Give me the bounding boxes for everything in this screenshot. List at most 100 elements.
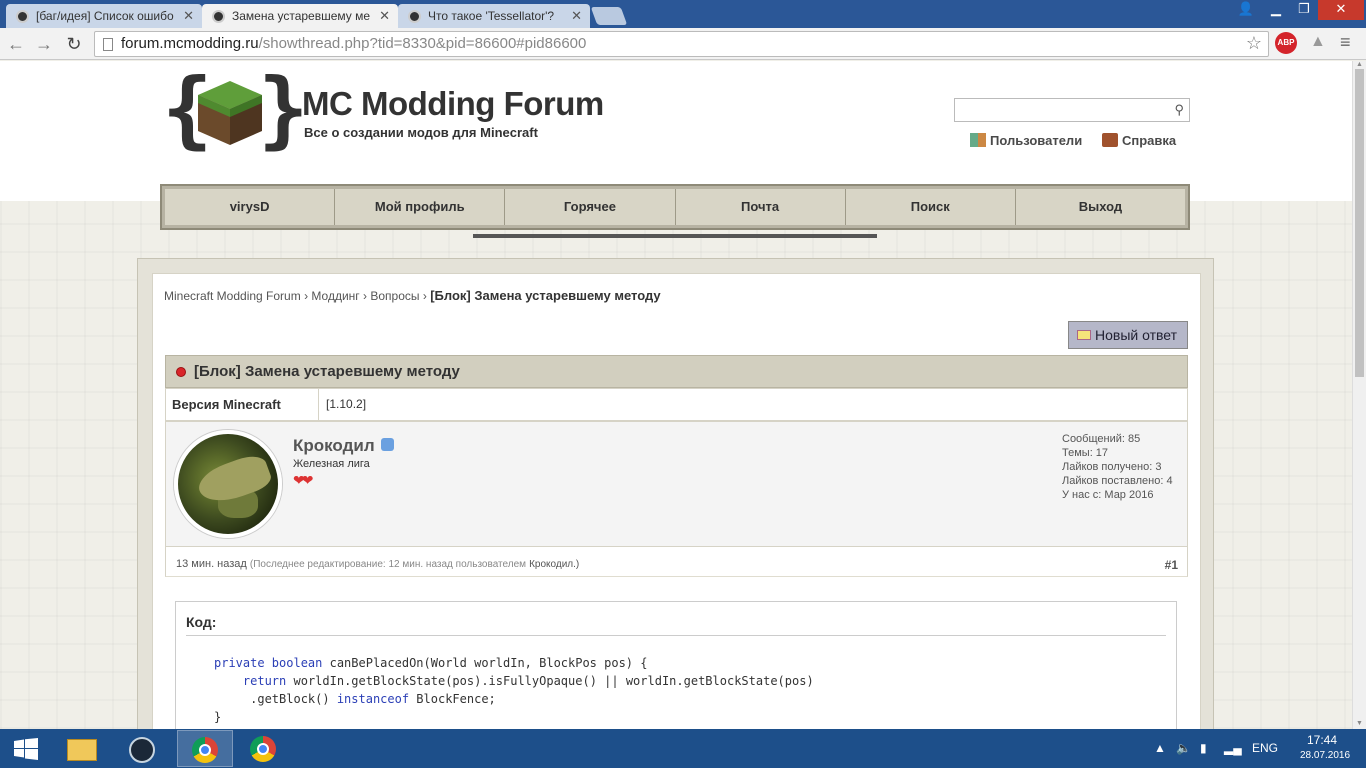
back-arrow-icon[interactable]: ←	[4, 32, 28, 56]
steam-icon	[129, 737, 155, 763]
post-number-link[interactable]: #1	[1165, 558, 1178, 572]
author-name-text: Крокодил	[293, 436, 375, 455]
taskbar-chrome-2[interactable]	[235, 730, 291, 767]
nav-item-logout[interactable]: Выход	[1015, 189, 1186, 225]
prefix-label: Версия Minecraft	[166, 389, 319, 420]
breadcrumb-item-home[interactable]: Minecraft Modding Forum	[164, 289, 301, 303]
code-content: private boolean canBePlacedOn(World worl…	[214, 654, 814, 726]
url-path: /showthread.php?tid=8330&pid=86600#pid86…	[258, 35, 587, 52]
browser-tab-bar: [баг/идея] Список ошибо ✕ Замена устарев…	[0, 0, 1366, 28]
taskbar-explorer[interactable]	[54, 730, 110, 767]
search-input[interactable]: ⚲	[954, 98, 1190, 122]
code-keyword: return	[242, 674, 287, 688]
forward-arrow-icon[interactable]: →	[32, 32, 56, 56]
post-author-block: Крокодил Железная лига ❤❤ Сообщений: 85 …	[165, 421, 1188, 547]
new-reply-button[interactable]: Новый ответ	[1068, 321, 1188, 349]
stat-threads: Темы: 17	[1062, 447, 1109, 459]
post-meta: 13 мин. назад (Последнее редактирование:…	[165, 547, 1188, 577]
site-favicon-icon	[212, 10, 225, 23]
windows-start-icon[interactable]	[14, 738, 38, 760]
close-window-button[interactable]: ✕	[1318, 0, 1364, 20]
page-scrollbar[interactable]: ▲ ▼	[1352, 61, 1366, 729]
extension-icon[interactable]: ▲	[1310, 33, 1326, 51]
code-block: Код: private boolean canBePlacedOn(World…	[175, 601, 1177, 729]
thread-header: [Блок] Замена устаревшему методу	[165, 355, 1188, 388]
code-text: canBePlacedOn(World worldIn, BlockPos po…	[322, 656, 648, 670]
volume-icon[interactable]: 🔈	[1176, 741, 1191, 755]
close-icon[interactable]: ✕	[571, 8, 582, 24]
minimize-button[interactable]: ▁	[1262, 0, 1290, 20]
close-icon[interactable]: ✕	[183, 8, 194, 24]
reload-icon[interactable]: ↻	[62, 32, 86, 56]
scroll-down-icon[interactable]: ▼	[1356, 720, 1363, 727]
code-title: Код:	[186, 614, 1166, 636]
chrome-icon	[192, 737, 218, 763]
nav-item-user[interactable]: virysD	[165, 189, 336, 225]
help-link-label: Справка	[1122, 133, 1177, 148]
nav-item-profile[interactable]: Мой профиль	[335, 189, 506, 225]
battery-icon[interactable]: ▮	[1200, 741, 1207, 755]
user-title: Железная лига	[293, 458, 370, 470]
new-tab-button[interactable]	[590, 7, 628, 25]
search-icon[interactable]: ⚲	[1174, 102, 1184, 118]
code-text: worldIn.getBlockState(pos).isFullyOpaque…	[286, 674, 814, 688]
new-reply-label: Новый ответ	[1095, 327, 1178, 343]
logo-brace-right: }	[258, 61, 309, 158]
close-icon[interactable]: ✕	[379, 8, 390, 24]
breadcrumb-current: [Блок] Замена устаревшему методу	[430, 288, 661, 303]
users-link-label: Пользователи	[990, 133, 1083, 148]
help-link[interactable]: Справка	[1102, 133, 1176, 148]
browser-tab-1[interactable]: [баг/идея] Список ошибо ✕	[6, 4, 202, 28]
site-title: MC Modding Forum	[302, 85, 604, 122]
folder-icon	[67, 739, 97, 761]
thread-title: [Блок] Замена устаревшему методу	[194, 363, 460, 380]
main-nav: virysD Мой профиль Горячее Почта Поиск В…	[160, 184, 1190, 230]
reputation-hearts-icon: ❤❤	[293, 472, 314, 488]
browser-tab-3[interactable]: Что такое 'Tessellator'? ✕	[398, 4, 590, 28]
scroll-up-icon[interactable]: ▲	[1356, 61, 1363, 68]
system-clock[interactable]: 17:44 28.07.2016	[1300, 733, 1351, 763]
thread-prefix-row: Версия Minecraft [1.10.2]	[165, 388, 1188, 421]
users-link[interactable]: Пользователи	[970, 133, 1082, 148]
user-profile-icon[interactable]: 👤	[1234, 0, 1258, 20]
scrollbar-thumb[interactable]	[1355, 69, 1364, 377]
online-status-icon	[380, 438, 394, 451]
site-favicon-icon	[408, 10, 421, 23]
browser-tab-2[interactable]: Замена устаревшему ме ✕	[202, 4, 398, 28]
nav-item-hot[interactable]: Горячее	[505, 189, 676, 225]
nav-item-mail[interactable]: Почта	[675, 189, 846, 225]
code-text: BlockFence;	[409, 692, 496, 706]
language-indicator[interactable]: ENG	[1252, 741, 1278, 755]
address-bar[interactable]: forum.mcmodding.ru/showthread.php?tid=83…	[94, 31, 1269, 57]
avatar[interactable]	[174, 430, 282, 538]
tray-arrow-icon[interactable]: ▲	[1154, 741, 1166, 755]
edit-user[interactable]: Крокодил.)	[529, 559, 579, 570]
site-favicon-icon	[16, 10, 29, 23]
taskbar-steam[interactable]	[114, 730, 170, 767]
adblock-plus-icon[interactable]: ABP	[1275, 32, 1297, 54]
breadcrumb-item-modding[interactable]: Моддинг	[311, 289, 359, 303]
stat-joined: У нас с: Мар 2016	[1062, 489, 1154, 501]
breadcrumb-separator: ›	[304, 289, 309, 303]
content-frame: Minecraft Modding Forum › Моддинг › Вопр…	[137, 258, 1214, 729]
url-host: forum.mcmodding.ru	[121, 35, 259, 52]
tab-title: [баг/идея] Список ошибо	[36, 9, 174, 23]
nav-item-search[interactable]: Поиск	[845, 189, 1016, 225]
page-content: { } MC Modding Forum Все о создании модо…	[0, 61, 1352, 729]
clock-date: 28.07.2016	[1300, 750, 1351, 761]
site-subtitle: Все о создании модов для Minecraft	[304, 125, 538, 140]
browser-toolbar: ← → ↻ forum.mcmodding.ru/showthread.php?…	[0, 28, 1366, 60]
network-icon[interactable]: ▂▄	[1224, 741, 1242, 755]
author-name[interactable]: Крокодил	[293, 436, 394, 456]
menu-icon[interactable]: ≡	[1340, 32, 1351, 53]
bookmark-star-icon[interactable]: ☆	[1246, 33, 1262, 54]
restore-button[interactable]: ❐	[1290, 0, 1318, 20]
code-keyword: private boolean	[214, 656, 323, 670]
edit-note: (Последнее редактирование: 12 мин. назад…	[249, 559, 527, 570]
windows-taskbar: ▲ 🔈 ▮ ▂▄ ENG 17:44 28.07.2016	[0, 729, 1366, 768]
book-icon	[1102, 133, 1118, 147]
breadcrumb-item-questions[interactable]: Вопросы	[370, 289, 419, 303]
tab-title: Замена устаревшему ме	[232, 9, 371, 23]
taskbar-chrome-1[interactable]	[177, 730, 233, 767]
stat-posts: Сообщений: 85	[1062, 433, 1141, 445]
